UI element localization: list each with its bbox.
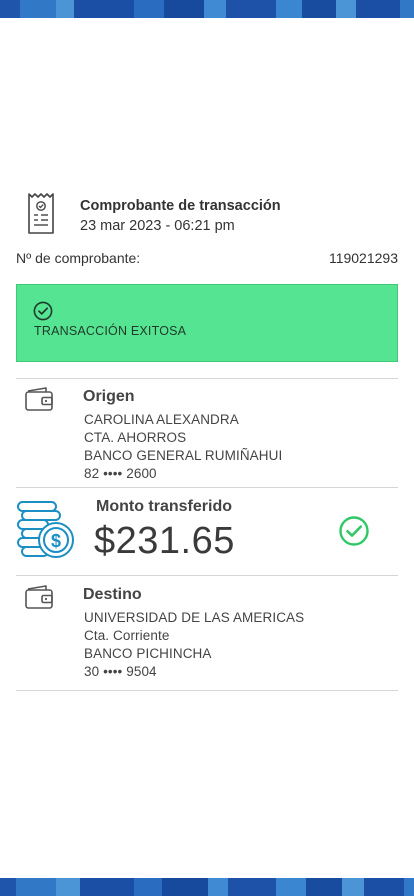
origin-heading: Origen xyxy=(83,388,135,405)
destination-heading: Destino xyxy=(83,586,142,603)
origin-account-number: 82 •••• 2600 xyxy=(84,466,157,481)
divider xyxy=(16,378,398,379)
bottom-color-band xyxy=(0,878,414,896)
top-color-band xyxy=(0,0,414,18)
coins-dollar-icon: $ xyxy=(17,501,74,558)
receipt-title: Comprobante de transacción xyxy=(80,198,281,214)
amount-section: $ Monto transferido $231.65 xyxy=(16,488,398,574)
receipt-document-icon xyxy=(28,193,54,234)
destination-name: UNIVERSIDAD DE LAS AMERICAS xyxy=(84,610,305,625)
origin-name: CAROLINA ALEXANDRA xyxy=(84,412,239,427)
amount-label: Monto transferido xyxy=(96,498,232,515)
divider xyxy=(16,690,398,691)
origin-section: Origen CAROLINA ALEXANDRA CTA. AHORROS B… xyxy=(16,380,398,486)
destination-account-number: 30 •••• 9504 xyxy=(84,664,157,679)
amount-value: $231.65 xyxy=(94,520,235,562)
destination-bank: BANCO PICHINCHA xyxy=(84,646,212,661)
svg-text:$: $ xyxy=(51,531,61,551)
divider xyxy=(16,575,398,576)
wallet-icon xyxy=(25,387,53,411)
success-status-banner: TRANSACCIÓN EXITOSA xyxy=(16,284,398,362)
origin-account-type: CTA. AHORROS xyxy=(84,430,187,445)
check-circle-icon xyxy=(339,516,369,546)
destination-account-type: Cta. Corriente xyxy=(84,628,170,643)
check-circle-icon xyxy=(33,301,53,321)
destination-section: Destino UNIVERSIDAD DE LAS AMERICAS Cta.… xyxy=(16,578,398,688)
receipt-number-label: Nº de comprobante: xyxy=(16,250,141,266)
receipt-date: 23 mar 2023 - 06:21 pm xyxy=(80,218,235,234)
origin-bank: BANCO GENERAL RUMIÑAHUI xyxy=(84,448,283,463)
receipt-number-row: Nº de comprobante: 119021293 xyxy=(16,250,398,270)
receipt-header: Comprobante de transacción 23 mar 2023 -… xyxy=(22,192,402,240)
success-message: TRANSACCIÓN EXITOSA xyxy=(34,324,187,338)
wallet-icon xyxy=(25,585,53,609)
receipt-number-value: 119021293 xyxy=(328,250,398,266)
